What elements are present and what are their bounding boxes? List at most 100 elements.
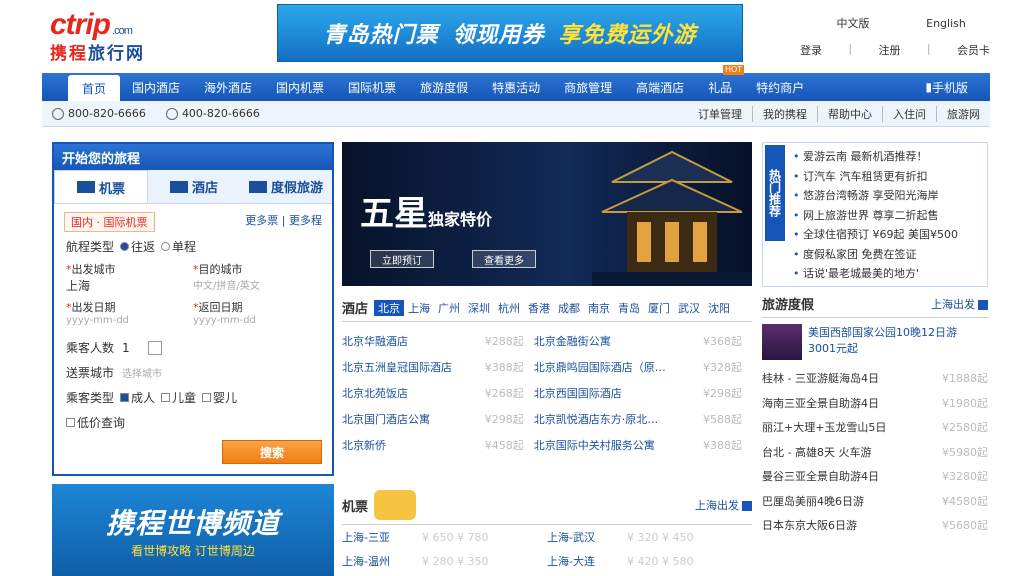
route-link[interactable]: 上海-三亚 [342, 529, 422, 545]
hotel-link[interactable]: 北京华融酒店 [342, 328, 475, 354]
hotel-link[interactable]: 北京五洲皇冠国际酒店 [342, 354, 475, 380]
from-city-field[interactable]: 出发城市 上海 [66, 261, 193, 295]
to-city-field[interactable]: 目的城市 中文/拼音/英文 [193, 261, 320, 295]
list-item[interactable]: 悠游台湾畅游 享受阳光海岸 [793, 186, 958, 206]
list-item[interactable]: 全球住宿预订 ¥69起 美国¥500 [793, 225, 958, 245]
hotel-link[interactable]: 北京西国国际酒店 [534, 380, 693, 406]
english-version-link[interactable]: English [906, 14, 986, 32]
vacation-price: ¥1980起 [942, 396, 988, 410]
nav-luxury-hotels[interactable]: 高端酒店 [624, 73, 696, 101]
tab-vacation[interactable]: 度假旅游 [240, 170, 332, 203]
list-item[interactable]: 桂林 - 三亚游艇海岛4日 ¥1888起 [762, 366, 988, 391]
nav-deals[interactable]: 特惠活动 [480, 73, 552, 101]
chinese-version-link[interactable]: 中文版 [810, 14, 896, 32]
featured-vacation[interactable]: 美国西部国家公园10晚12日游3001元起 [762, 318, 988, 366]
city-tab[interactable]: 香港 [524, 300, 554, 316]
city-tab[interactable]: 厦门 [644, 300, 674, 316]
depart-date-label: 出发日期 [66, 299, 193, 315]
flight-type-tab[interactable]: 国内 · 国际机票 [64, 212, 155, 232]
list-item[interactable]: 网上旅游世界 尊享二折起售 [793, 206, 958, 226]
more-links[interactable]: 更多票 | 更多程 [245, 212, 322, 232]
search-button[interactable]: 搜索 [222, 440, 322, 464]
city-tab[interactable]: 上海 [404, 300, 434, 316]
low-price-checkbox[interactable] [66, 418, 75, 427]
city-tab[interactable]: 沈阳 [704, 300, 734, 316]
list-item[interactable]: 话说'最老城最美的地方' [793, 264, 958, 284]
infant-checkbox[interactable] [202, 393, 212, 402]
city-tab[interactable]: 成都 [554, 300, 584, 316]
vacation-departure-select[interactable]: 上海出发 [931, 296, 988, 312]
city-tab[interactable]: 深圳 [464, 300, 494, 316]
city-tab[interactable]: 南京 [584, 300, 614, 316]
nav-home[interactable]: 首页 [68, 75, 121, 101]
plane-icon [76, 181, 95, 193]
route-price: ¥ 650 ¥ 780 [422, 530, 489, 544]
promo-banner[interactable]: 青岛热门票 领现用券 享免费运外游 [277, 4, 743, 62]
nav-overseas-hotels[interactable]: 海外酒店 [192, 73, 264, 101]
expo-channel-banner[interactable]: 携程世博频道 看世博攻略 订世博周边 [52, 484, 334, 576]
help-link[interactable]: 帮助中心 [817, 105, 882, 122]
member-card-link[interactable]: 会员卡 [957, 42, 990, 58]
hotline-2: 400-820-6666 [165, 107, 260, 120]
hotel-link[interactable]: 北京凯悦酒店东方·原北… [534, 406, 693, 432]
adult-checkbox[interactable] [120, 393, 130, 402]
hotel-link[interactable]: 北京金融街公寓 [534, 328, 693, 354]
oneway-radio[interactable] [161, 242, 171, 251]
nav-domestic-flights[interactable]: 国内机票 [264, 73, 336, 101]
vacation-name: 海南三亚全景自助游4日 [762, 396, 879, 410]
tab-flights[interactable]: 机票 [54, 170, 148, 203]
list-item[interactable]: 台北 - 高雄8天 火车游 ¥5980起 [762, 440, 988, 465]
list-item[interactable]: 订汽车 汽车租赁更有折扣 [793, 167, 958, 187]
route-link[interactable]: 上海-武汉 [547, 529, 627, 545]
hotel-link[interactable]: 北京北苑饭店 [342, 380, 475, 406]
list-item[interactable]: 巴厘岛美丽4晚6日游 ¥4580起 [762, 489, 988, 514]
list-item[interactable]: 曼谷三亚全景自助游4日 ¥3280起 [762, 464, 988, 489]
city-tab[interactable]: 青岛 [614, 300, 644, 316]
city-tab[interactable]: 广州 [434, 300, 464, 316]
list-item[interactable]: 日本东京大阪6日游 ¥5680起 [762, 513, 988, 538]
flights-departure-select[interactable]: 上海出发 [695, 497, 752, 513]
checkin-link[interactable]: 入住问 [882, 105, 936, 122]
depart-date-field[interactable]: 出发日期 yyyy-mm-dd [66, 299, 193, 333]
nav-merchants[interactable]: 特约商户 [744, 73, 816, 101]
return-date-field[interactable]: 返回日期 yyyy-mm-dd [193, 299, 320, 333]
list-item[interactable]: 度假私家团 免费在签证 [793, 245, 958, 265]
passengers-select[interactable] [147, 340, 162, 355]
nav-business[interactable]: 商旅管理 [552, 73, 624, 101]
hotel-link[interactable]: 北京新侨 [342, 432, 475, 458]
roundtrip-radio[interactable] [120, 242, 130, 251]
nav-mobile[interactable]: ▮ 手机版 [913, 73, 980, 101]
low-price-label[interactable]: 低价查询 [77, 414, 125, 431]
tab-hotels[interactable]: 酒店 [148, 170, 240, 203]
nav-domestic-hotels[interactable]: 国内酒店 [120, 73, 192, 101]
hotel-link[interactable]: 北京国际中关村服务公寓 [534, 432, 693, 458]
child-checkbox[interactable] [161, 393, 171, 402]
vacation-icon [248, 180, 267, 193]
login-link[interactable]: 登录 [800, 42, 822, 58]
nav-gifts[interactable]: 礼品 HOT [696, 65, 745, 101]
hero-banner[interactable]: 五星独家特价 立即预订 查看更多 [342, 142, 752, 286]
sub-bar: 800-820-6666 400-820-6666 订单管理 我的携程 帮助中心… [42, 101, 990, 127]
list-item[interactable]: 爱游云南 最新机酒推荐！ [793, 147, 958, 167]
my-ctrip-link[interactable]: 我的携程 [752, 105, 817, 122]
city-tab[interactable]: 杭州 [494, 300, 524, 316]
city-tab[interactable]: 北京 [374, 299, 405, 316]
register-link[interactable]: 注册 [879, 42, 901, 58]
hero-book-button[interactable]: 立即预订 [370, 250, 434, 268]
hero-more-button[interactable]: 查看更多 [472, 250, 536, 268]
city-tab[interactable]: 武汉 [674, 300, 704, 316]
list-item[interactable]: 海南三亚全景自助游4日 ¥1980起 [762, 391, 988, 416]
nav-intl-flights[interactable]: 国际机票 [336, 73, 408, 101]
booking-panel: 开始您的旅程 机票 酒店 度假旅游 国内 · 国际机票 更多票 | 更多程 航程… [52, 142, 334, 476]
hotel-link[interactable]: 北京国门酒店公寓 [342, 406, 475, 432]
hotel-link[interactable]: 北京鼎鸣园国际酒店（原… [534, 354, 693, 380]
nav-vacation[interactable]: 旅游度假 [408, 73, 480, 101]
delivery-city-input[interactable]: 选择城市 [122, 365, 162, 380]
hotel-price: ¥368起 [703, 335, 742, 348]
ctrip-logo[interactable]: ctrip .com 携程旅行网 [50, 8, 220, 66]
route-link[interactable]: 上海-温州 [342, 553, 422, 569]
orders-link[interactable]: 订单管理 [688, 106, 752, 122]
travel-link[interactable]: 旅游网 [936, 105, 990, 122]
list-item[interactable]: 丽江+大理+玉龙雪山5日 ¥2580起 [762, 415, 988, 440]
route-link[interactable]: 上海-大连 [547, 553, 627, 569]
